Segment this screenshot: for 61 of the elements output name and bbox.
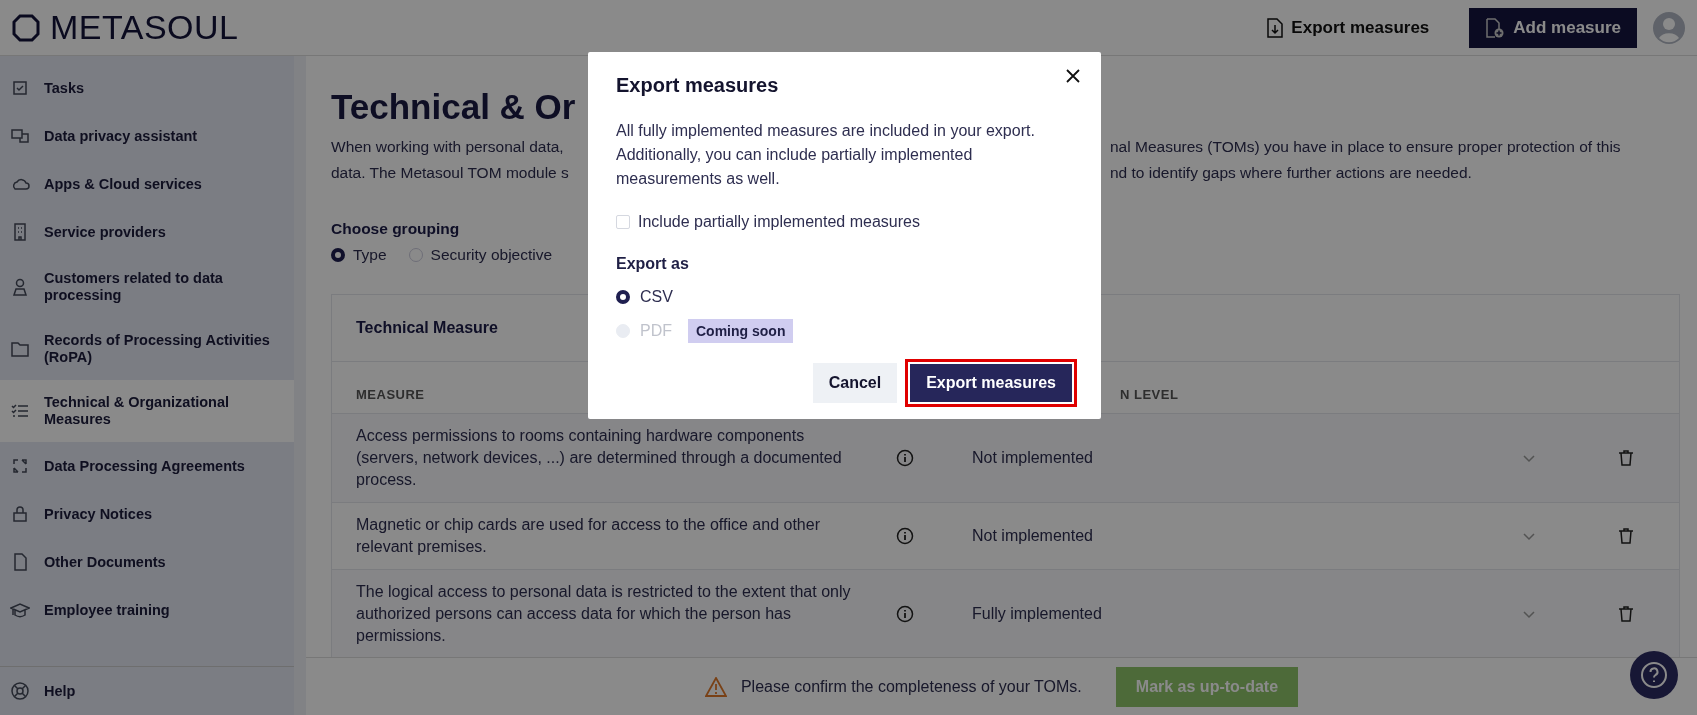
checkbox-icon <box>10 78 30 98</box>
radio-option[interactable]: Security objective <box>408 246 553 264</box>
graduation-cap-icon <box>10 600 30 620</box>
checkbox[interactable] <box>616 215 630 229</box>
description-text: nd to identify gaps where further actions are needed. <box>1110 163 1473 183</box>
info-icon[interactable] <box>896 605 914 623</box>
column-header: N LEVEL <box>1119 387 1179 402</box>
level-select[interactable]: Not implemented <box>972 525 1521 547</box>
radio-button[interactable] <box>616 290 630 304</box>
add-measure-button[interactable]: Add measure <box>1469 7 1637 48</box>
arrows-icon <box>10 456 30 476</box>
trash-icon[interactable] <box>1617 527 1635 545</box>
measure-text: The logical access to personal data is restricted to the extent that only authorized persons can access data for which the person has permissions. <box>356 582 852 646</box>
description-text: When working with personal data, <box>331 137 565 157</box>
sidebar-item[interactable]: Data privacy assistant <box>0 112 294 160</box>
download-file-icon <box>1267 17 1284 38</box>
brand-name: METASOUL <box>50 8 239 47</box>
sidebar-item[interactable]: Privacy Notices <box>0 490 294 538</box>
export-link[interactable]: Export measures <box>1261 16 1436 39</box>
trash-icon[interactable] <box>1617 449 1635 467</box>
description-text: data. The Metasoul TOM module s <box>331 163 569 183</box>
description-text: nal Measures (TOMs) you have in place to ensure proper protection of this <box>1110 137 1622 157</box>
grouping-label: Choose grouping <box>331 220 460 238</box>
warning-icon <box>704 676 727 697</box>
folder-icon <box>10 339 30 359</box>
chat-bubbles-icon <box>10 126 30 146</box>
export-button[interactable]: Export measures <box>910 364 1072 402</box>
measure-text: Access permissions to rooms containing hardware components (servers, network devices, ...) are determined through a documented process. <box>356 426 843 490</box>
question-icon <box>1640 661 1668 689</box>
page-title: Technical & Or <box>331 86 576 128</box>
warning-message: Please confirm the completeness of your TOMs. <box>740 677 1082 696</box>
add-file-icon <box>1485 16 1506 39</box>
sidebar-item[interactable]: Tasks <box>0 64 294 112</box>
sidebar-item[interactable]: Technical & Organizational Measures <box>0 380 294 442</box>
sidebar-item[interactable]: Records of Processing Activities (RoPA) <box>0 318 294 380</box>
level-select[interactable]: Not implemented <box>972 447 1521 469</box>
lock-icon <box>10 504 30 524</box>
dialog-title: Export measures <box>616 74 780 97</box>
dialog-text: All fully implemented measures are included in your export. Additionally, you can include partially implemented measurements as well. <box>616 121 1036 189</box>
sidebar-item[interactable]: Employee training <box>0 586 294 634</box>
trash-icon[interactable] <box>1617 605 1635 623</box>
sidebar-item[interactable]: Other Documents <box>0 538 294 586</box>
sidebar-item[interactable]: Service providers <box>0 208 294 256</box>
export-as-label: Export as <box>616 255 690 273</box>
radio-option[interactable]: Type <box>331 246 387 264</box>
logo-icon <box>12 13 40 42</box>
info-icon[interactable] <box>896 449 914 467</box>
person-icon <box>10 277 30 297</box>
level-select[interactable]: Fully implemented <box>972 603 1521 625</box>
sidebar-item[interactable]: Help <box>0 667 294 715</box>
radio-button[interactable] <box>331 248 345 262</box>
cancel-button[interactable]: Cancel <box>812 363 898 403</box>
sidebar-item[interactable]: Apps & Cloud services <box>0 160 294 208</box>
sidebar-item[interactable]: Data Processing Agreements <box>0 442 294 490</box>
coming-soon-badge: Coming soon <box>688 319 794 343</box>
lifebuoy-icon <box>10 681 30 701</box>
sidebar-item[interactable]: Customers related to data processing <box>0 256 294 318</box>
info-icon[interactable] <box>896 527 914 545</box>
include-checkbox[interactable]: Include partially implemented measures <box>616 213 920 231</box>
measure-text: Magnetic or chip cards are used for access to the office and other relevant premises. <box>356 515 821 557</box>
column-header: MEASURE <box>356 387 425 402</box>
